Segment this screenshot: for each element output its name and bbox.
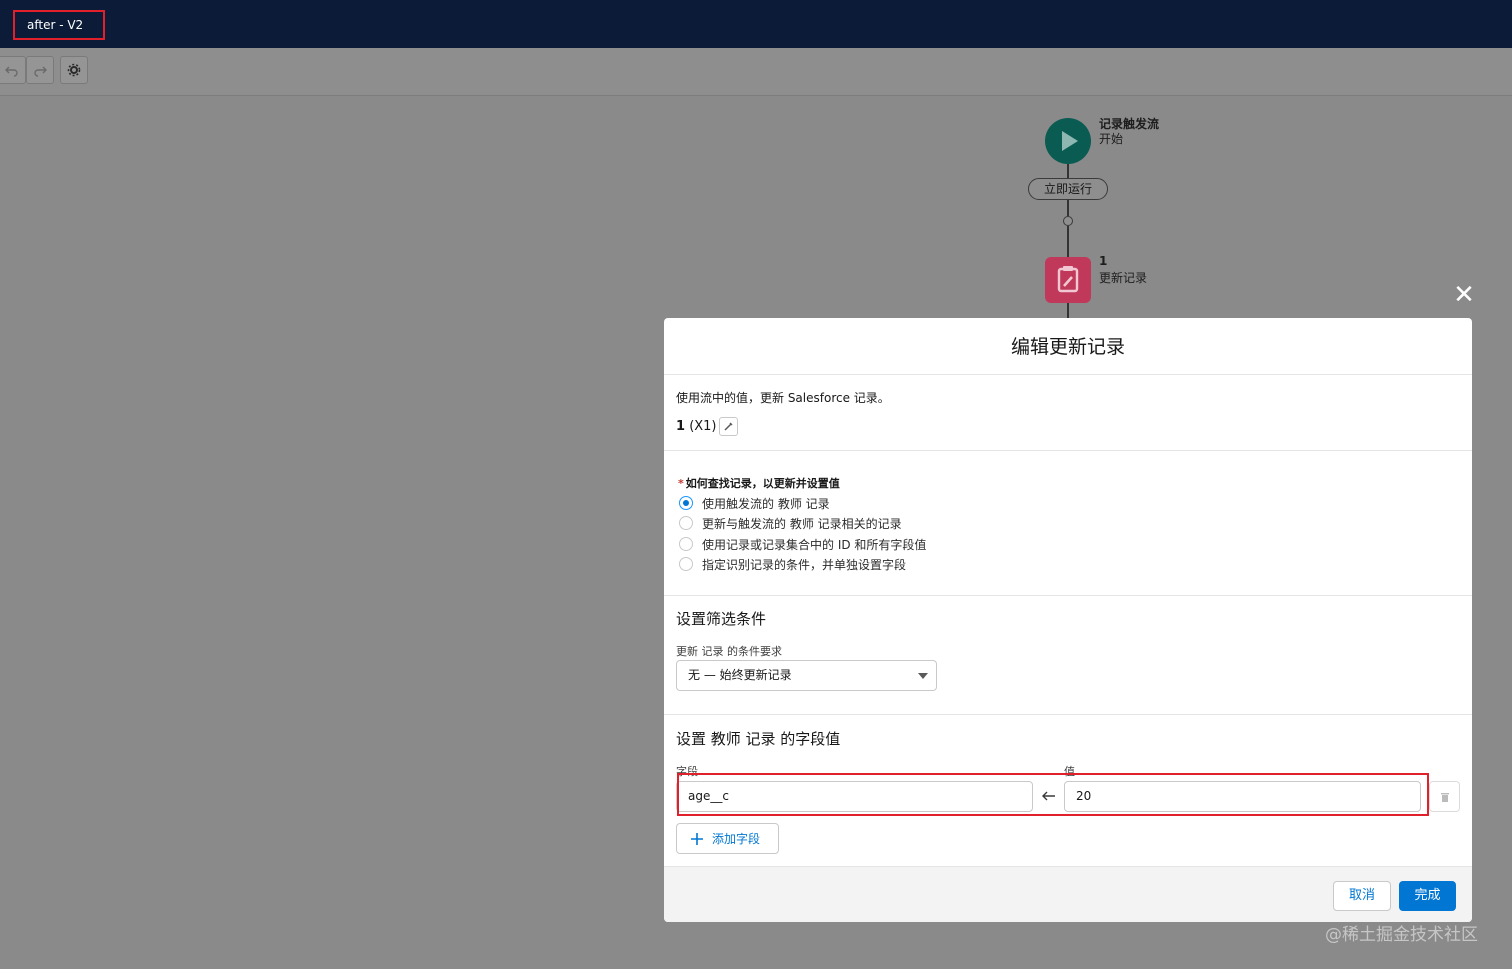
element-name: 1 (X1) [676, 419, 717, 434]
condition-select[interactable]: 无 — 始终更新记录 [676, 660, 937, 691]
value-input-value: 20 [1076, 789, 1092, 803]
flow-title: after - V2 [13, 10, 105, 40]
undo-button[interactable] [0, 56, 26, 84]
gear-icon [67, 63, 81, 77]
field-input-value: age__c [688, 789, 729, 803]
edit-name-button[interactable] [719, 417, 738, 436]
toolbar [0, 48, 1512, 96]
connector-line [1067, 200, 1069, 216]
radio-option-trigger-record[interactable]: 使用触发流的 教师 记录 [679, 494, 830, 512]
connector-line [1067, 303, 1069, 318]
modal-description: 使用流中的值，更新 Salesforce 记录。 [676, 391, 890, 405]
value-column-label: 值 [1064, 765, 1075, 778]
divider [664, 714, 1472, 715]
plus-icon [691, 832, 703, 845]
update-node-title: 1 [1099, 254, 1108, 268]
element-info-section: 使用流中的值，更新 Salesforce 记录。 1 (X1) [664, 375, 1472, 451]
radio-option-conditions[interactable]: 指定识别记录的条件，并单独设置字段 [679, 555, 906, 573]
condition-value: 无 — 始终更新记录 [688, 668, 792, 682]
radio-option-related-records[interactable]: 更新与触发流的 教师 记录相关的记录 [679, 514, 902, 532]
arrow-left-icon [1042, 791, 1055, 801]
done-button[interactable]: 完成 [1399, 881, 1456, 911]
radio-label: 更新与触发流的 教师 记录相关的记录 [702, 516, 902, 531]
radio-option-record-ids[interactable]: 使用记录或记录集合中的 ID 和所有字段值 [679, 535, 926, 553]
radio-label: 指定识别记录的条件，并单独设置字段 [702, 557, 907, 572]
field-input[interactable]: age__c [676, 781, 1033, 812]
field-values-section-title: 设置 教师 记录 的字段值 [676, 730, 841, 748]
edit-update-records-modal: 编辑更新记录 使用流中的值，更新 Salesforce 记录。 1 (X1) *… [664, 318, 1472, 922]
update-node-subtitle: 更新记录 [1099, 271, 1148, 285]
redo-button[interactable] [26, 56, 54, 84]
start-node[interactable] [1045, 118, 1091, 164]
run-immediately-pill[interactable]: 立即运行 [1028, 178, 1108, 200]
connector-line [1067, 226, 1069, 257]
add-field-label: 添加字段 [712, 832, 761, 846]
start-node-subtitle: 开始 [1099, 132, 1124, 146]
radio-button[interactable] [679, 516, 693, 530]
find-records-label: * 如何查找记录，以更新并设置值 [678, 477, 840, 490]
top-bar: after - V2 [0, 0, 1512, 48]
value-input[interactable]: 20 [1064, 781, 1421, 812]
add-element-connector[interactable] [1063, 216, 1073, 226]
pencil-icon [724, 422, 733, 431]
undo-icon [5, 66, 18, 77]
redo-icon [34, 66, 47, 77]
settings-button[interactable] [60, 56, 88, 84]
find-records-section: * 如何查找记录，以更新并设置值 使用触发流的 教师 记录 更新与触发流的 教师 … [664, 451, 1472, 596]
radio-button[interactable] [679, 496, 693, 510]
connector-line [1067, 164, 1069, 178]
watermark: @稀土掘金技术社区 [1325, 925, 1478, 945]
modal-title: 编辑更新记录 [664, 318, 1472, 375]
update-records-node[interactable] [1045, 257, 1091, 303]
filter-section-title: 设置筛选条件 [676, 610, 767, 628]
add-field-button[interactable]: 添加字段 [676, 823, 779, 854]
element-api-name: (X1) [689, 419, 717, 434]
play-icon [1062, 131, 1078, 151]
edit-record-icon [1057, 266, 1079, 293]
radio-button[interactable] [679, 537, 693, 551]
chevron-down-icon [918, 673, 928, 679]
delete-row-button[interactable] [1429, 781, 1460, 812]
radio-label: 使用触发流的 教师 记录 [702, 496, 830, 511]
element-label: 1 [676, 419, 686, 434]
trash-icon [1440, 793, 1449, 802]
radio-button[interactable] [679, 557, 693, 571]
cancel-button[interactable]: 取消 [1333, 881, 1391, 911]
condition-label: 更新 记录 的条件要求 [676, 645, 782, 658]
radio-label: 使用记录或记录集合中的 ID 和所有字段值 [702, 537, 927, 552]
field-column-label: 字段 [676, 765, 698, 778]
close-modal-icon[interactable]: ✕ [1452, 282, 1476, 308]
modal-footer: 取消 完成 [664, 866, 1472, 922]
